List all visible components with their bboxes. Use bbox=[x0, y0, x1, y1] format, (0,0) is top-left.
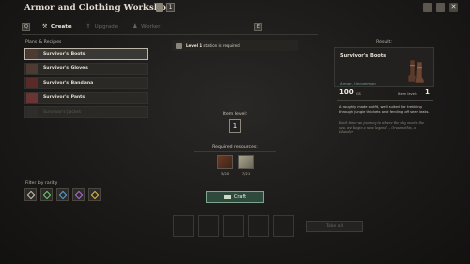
result-label: Result: bbox=[376, 40, 392, 45]
epic-gem-icon bbox=[74, 190, 83, 199]
gear-score-value: 100 bbox=[339, 88, 354, 96]
filter-common-button[interactable] bbox=[24, 188, 37, 201]
jacket-thumbnail bbox=[26, 107, 38, 117]
tab-next-key[interactable]: E bbox=[254, 23, 263, 31]
plan-item-pants[interactable]: Survivor's Pants bbox=[24, 91, 148, 104]
plan-item-boots[interactable]: Survivor's Boots bbox=[24, 48, 148, 60]
tab-bar: Q ⚒ Create ⇮ Upgrade ♟ Worker E bbox=[22, 21, 274, 33]
filter-legendary-button[interactable] bbox=[88, 188, 101, 201]
plans-list: Survivor's Boots Survivor's Gloves Survi… bbox=[24, 48, 148, 121]
craft-button[interactable]: Craft bbox=[206, 191, 264, 203]
tabs-divider bbox=[22, 34, 318, 35]
stats-divider bbox=[337, 100, 433, 101]
tab-upgrade-label: Upgrade bbox=[94, 24, 119, 30]
top-bar: Armor and Clothing Workshop 1 ✕ bbox=[0, 0, 470, 18]
rare-gem-icon bbox=[58, 190, 67, 199]
settings-icon[interactable] bbox=[436, 3, 445, 12]
result-panel: Result: Survivor's Boots Armor, Uncommon… bbox=[334, 38, 434, 218]
station-requirement: Level 1 station is required bbox=[172, 40, 298, 51]
craft-label: Craft bbox=[233, 194, 247, 200]
workshop-icon bbox=[156, 3, 163, 12]
plan-item-label: Survivor's Jacket bbox=[43, 109, 82, 115]
boots-icon bbox=[407, 59, 425, 84]
station-level-badge: 1 bbox=[166, 3, 175, 12]
resource-cloth[interactable]: 7/21 bbox=[237, 155, 255, 178]
requirement-suffix: station is required bbox=[202, 43, 240, 48]
info-icon[interactable] bbox=[423, 3, 432, 12]
bandana-thumbnail bbox=[26, 78, 38, 88]
plan-item-bandana[interactable]: Survivor's Bandana bbox=[24, 77, 148, 89]
filter-uncommon-button[interactable] bbox=[40, 188, 53, 201]
tab-prev-key[interactable]: Q bbox=[22, 23, 30, 31]
cloth-icon bbox=[238, 155, 254, 169]
requirement-text: Level 1 station is required bbox=[186, 43, 240, 48]
resource-count: 3/20 bbox=[220, 171, 230, 176]
recipes-panel: Plans & Recipes Survivor's Boots Survivo… bbox=[22, 38, 148, 255]
output-slot[interactable] bbox=[248, 215, 269, 237]
output-slot[interactable] bbox=[273, 215, 294, 237]
filter-epic-button[interactable] bbox=[72, 188, 85, 201]
resource-count: 7/21 bbox=[241, 171, 251, 176]
hammer-icon: ⚒ bbox=[42, 23, 48, 30]
result-quote: Each time we journey to where the sky me… bbox=[339, 121, 425, 135]
plan-item-label: Survivor's Boots bbox=[43, 51, 86, 57]
rarity-filter bbox=[24, 188, 101, 201]
result-item-name: Survivor's Boots bbox=[340, 53, 387, 59]
item-level-value[interactable]: 1 bbox=[229, 119, 241, 133]
uncommon-gem-icon bbox=[42, 190, 51, 199]
filter-rare-button[interactable] bbox=[56, 188, 69, 201]
worker-icon: ♟ bbox=[132, 23, 138, 30]
output-slot[interactable] bbox=[173, 215, 194, 237]
common-gem-icon bbox=[26, 190, 35, 199]
requirement-level: Level 1 bbox=[186, 43, 203, 48]
tab-worker[interactable]: ♟ Worker bbox=[132, 23, 161, 31]
tab-upgrade[interactable]: ⇮ Upgrade bbox=[85, 23, 119, 31]
craft-icon bbox=[223, 195, 231, 199]
window-title: Armor and Clothing Workshop bbox=[24, 3, 173, 13]
resources-divider bbox=[194, 151, 276, 152]
tab-create-label: Create bbox=[51, 24, 72, 30]
output-slot[interactable] bbox=[198, 215, 219, 237]
result-item-type: Armor, Uncommon bbox=[340, 81, 376, 86]
station-icon bbox=[176, 42, 182, 49]
result-item-level-label: Item level: bbox=[398, 92, 418, 96]
gloves-thumbnail bbox=[26, 63, 38, 74]
tab-create[interactable]: ⚒ Create bbox=[42, 23, 72, 31]
plan-item-gloves[interactable]: Survivor's Gloves bbox=[24, 62, 148, 75]
resources-label: Required resources: bbox=[212, 145, 258, 150]
item-level-label: Item level: bbox=[222, 112, 248, 117]
craft-panel: Level 1 station is required Item level: … bbox=[172, 38, 298, 208]
output-slot[interactable] bbox=[223, 215, 244, 237]
boots-thumbnail bbox=[26, 49, 38, 59]
result-card: Survivor's Boots Armor, Uncommon bbox=[334, 47, 434, 87]
plan-item-jacket[interactable]: Survivor's Jacket bbox=[24, 106, 148, 118]
output-slots bbox=[173, 215, 294, 237]
window-controls: ✕ bbox=[423, 3, 458, 12]
take-all-button[interactable]: Take all bbox=[306, 221, 363, 232]
filter-label: Filter by rarity bbox=[25, 181, 58, 186]
close-icon[interactable]: ✕ bbox=[449, 3, 458, 12]
leather-icon bbox=[217, 155, 233, 169]
plan-item-label: Survivor's Gloves bbox=[43, 66, 88, 71]
legendary-gem-icon bbox=[90, 190, 99, 199]
upgrade-arrow-icon: ⇮ bbox=[85, 23, 91, 30]
result-description: A roughly made outfit, well suited for t… bbox=[339, 105, 430, 114]
result-stats: 100 GS Item level: 1 bbox=[334, 88, 434, 99]
plan-item-label: Survivor's Bandana bbox=[43, 80, 94, 86]
plan-item-label: Survivor's Pants bbox=[43, 95, 86, 100]
result-item-level-value: 1 bbox=[425, 88, 430, 96]
gear-score-unit: GS bbox=[356, 92, 361, 96]
resource-slots: 3/20 7/21 bbox=[216, 155, 255, 178]
resource-leather[interactable]: 3/20 bbox=[216, 155, 234, 178]
plans-label: Plans & Recipes bbox=[25, 40, 62, 45]
tab-worker-label: Worker bbox=[141, 24, 161, 30]
pants-thumbnail bbox=[26, 92, 38, 103]
